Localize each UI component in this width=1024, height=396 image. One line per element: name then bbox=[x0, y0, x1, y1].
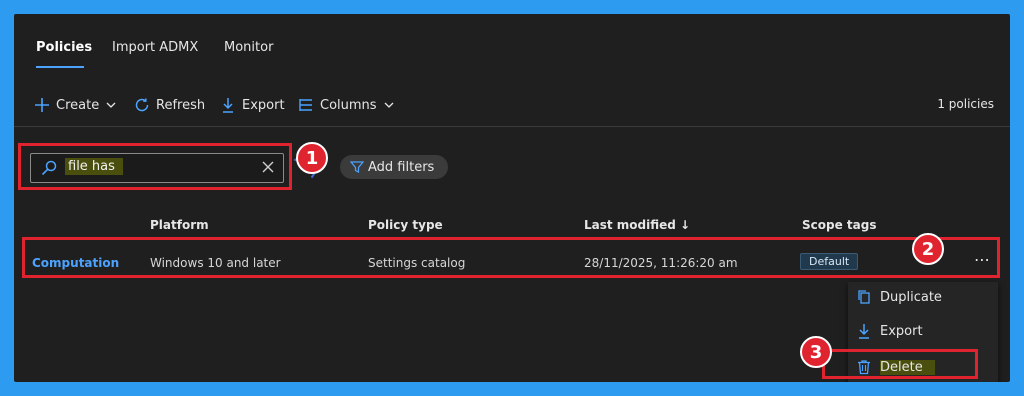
duplicate-icon bbox=[858, 290, 870, 304]
duplicate-label: Duplicate bbox=[880, 289, 942, 305]
annotation-box-delete bbox=[822, 349, 978, 379]
annotation-number-2: 2 bbox=[912, 233, 944, 265]
annotation-number-3: 3 bbox=[800, 336, 832, 368]
annotation-box-row bbox=[22, 237, 1000, 278]
create-button[interactable]: Create bbox=[34, 94, 117, 116]
tab-policies[interactable]: Policies bbox=[36, 40, 92, 55]
column-header-policy-type[interactable]: Policy type bbox=[368, 218, 443, 232]
refresh-icon bbox=[135, 98, 149, 112]
add-filters-button[interactable]: Add filters bbox=[340, 155, 449, 179]
add-filters-label: Add filters bbox=[368, 159, 435, 175]
active-tab-underline bbox=[36, 66, 84, 68]
plus-icon bbox=[35, 98, 49, 112]
annotation-number-1: 1 bbox=[296, 142, 328, 174]
download-icon bbox=[223, 98, 233, 113]
menu-item-export[interactable]: Export bbox=[848, 316, 998, 346]
refresh-button[interactable]: Refresh bbox=[134, 94, 205, 116]
policy-count: 1 policies bbox=[937, 97, 994, 111]
refresh-label: Refresh bbox=[156, 97, 206, 113]
tab-import-admx[interactable]: Import ADMX bbox=[112, 40, 198, 55]
tab-monitor[interactable]: Monitor bbox=[224, 40, 273, 55]
annotation-box-search bbox=[18, 143, 292, 190]
columns-icon bbox=[299, 99, 312, 111]
export-menu-label: Export bbox=[880, 323, 923, 339]
create-label: Create bbox=[56, 97, 100, 113]
column-header-last-modified[interactable]: Last modified ↓ bbox=[584, 218, 690, 232]
columns-button[interactable]: Columns bbox=[298, 94, 395, 116]
column-header-scope-tags[interactable]: Scope tags bbox=[802, 218, 876, 232]
toolbar: Create Refresh Export Columns 1 policies bbox=[34, 94, 994, 116]
menu-item-duplicate[interactable]: Duplicate bbox=[848, 282, 998, 312]
column-header-platform[interactable]: Platform bbox=[150, 218, 209, 232]
export-button[interactable]: Export bbox=[220, 94, 285, 116]
export-icon bbox=[859, 324, 869, 339]
toolbar-divider bbox=[14, 126, 1010, 127]
policies-panel: Policies Import ADMX Monitor Create Refr… bbox=[14, 14, 1010, 382]
chevron-down-icon bbox=[384, 102, 394, 108]
columns-label: Columns bbox=[320, 97, 377, 113]
chevron-down-icon bbox=[106, 102, 116, 108]
export-label: Export bbox=[242, 97, 285, 113]
filter-icon bbox=[350, 161, 364, 173]
